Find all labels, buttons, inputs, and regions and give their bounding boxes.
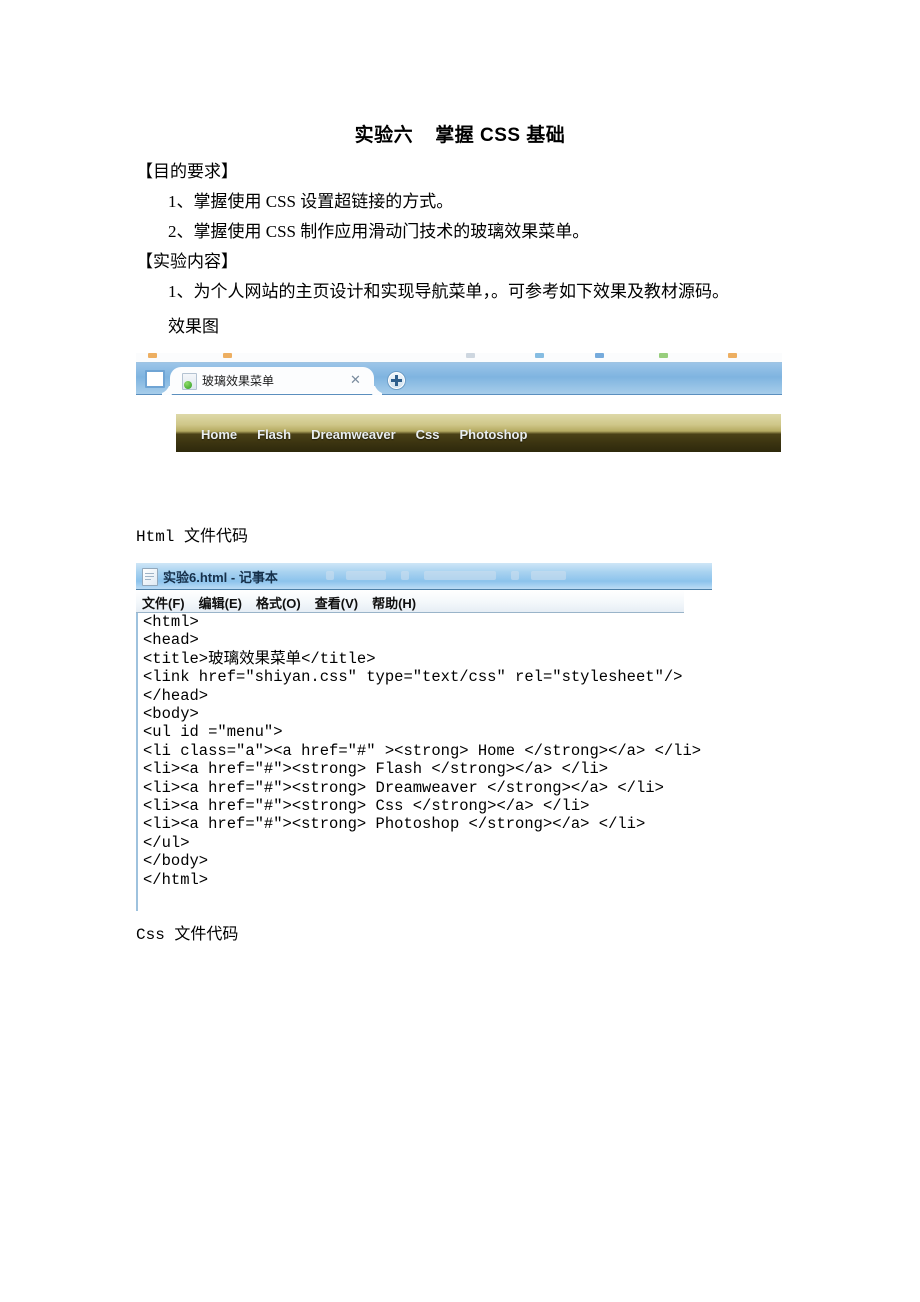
- label-effect-image: 效果图: [168, 317, 219, 336]
- notepad-source-code: <html> <head> <title>玻璃效果菜单</title> <lin…: [143, 613, 702, 889]
- glass-menu-item-home[interactable]: Home: [201, 427, 237, 442]
- browser-screenshot: 玻璃效果菜单 ✕ Home Flash Dreamweaver Css Phot…: [136, 353, 782, 463]
- new-tab-button[interactable]: [387, 371, 406, 390]
- menu-item-help[interactable]: 帮助(H): [372, 593, 416, 612]
- notepad-text-area[interactable]: <html> <head> <title>玻璃效果菜单</title> <lin…: [136, 613, 714, 911]
- titlebar-ghost-5: [531, 571, 566, 580]
- toolbar-blip-1: [223, 353, 232, 358]
- label-css-code: Css 文件代码: [136, 926, 239, 944]
- favicon-icon: [182, 373, 197, 390]
- document-page: 实验六 掌握 CSS 基础 【目的要求】 1、掌握使用 CSS 设置超链接的方式。…: [0, 0, 920, 1302]
- notepad-screenshot: 实验6.html - 记事本 文件(F) 编辑(E) 格式(O) 查看(V) 帮…: [136, 563, 714, 911]
- notepad-menu-items: 文件(F) 编辑(E) 格式(O) 查看(V) 帮助(H): [142, 593, 416, 612]
- glass-menu-item-css[interactable]: Css: [416, 427, 440, 442]
- page-title-main: 实验六: [354, 125, 414, 146]
- glass-menu-item-flash[interactable]: Flash: [257, 427, 291, 442]
- browser-viewport: Home Flash Dreamweaver Css Photoshop: [136, 395, 782, 463]
- notepad-titlebar: 实验6.html - 记事本: [136, 563, 712, 590]
- section-heading-aim: 【目的要求】: [136, 162, 238, 181]
- notepad-title: 实验6.html - 记事本: [163, 570, 278, 585]
- toolbar-blip-0: [148, 353, 157, 358]
- titlebar-ghost-3: [424, 571, 496, 580]
- titlebar-ghost-4: [511, 571, 519, 580]
- glass-menu-item-photoshop[interactable]: Photoshop: [460, 427, 528, 442]
- toolbar-blip-3: [535, 353, 544, 358]
- browser-tab[interactable]: 玻璃效果菜单 ✕: [170, 367, 374, 394]
- close-icon[interactable]: ✕: [349, 373, 362, 386]
- titlebar-ghost-1: [346, 571, 386, 580]
- titlebar-ghost-0: [326, 571, 334, 580]
- menu-item-file[interactable]: 文件(F): [142, 593, 185, 612]
- aim-item-1: 1、掌握使用 CSS 设置超链接的方式。: [168, 192, 454, 211]
- notepad-menubar: 文件(F) 编辑(E) 格式(O) 查看(V) 帮助(H): [136, 590, 684, 613]
- section-heading-content: 【实验内容】: [136, 252, 238, 271]
- notepad-document-icon: [142, 568, 158, 586]
- doc-icon-line-1: [145, 573, 154, 574]
- toolbar-blip-6: [728, 353, 737, 358]
- content-item-1: 1、为个人网站的主页设计和实现导航菜单，。可参考如下效果及教材源码。: [168, 282, 729, 301]
- glass-menu-item-dreamweaver[interactable]: Dreamweaver: [311, 427, 396, 442]
- glass-menu-items: Home Flash Dreamweaver Css Photoshop: [201, 427, 527, 442]
- toolbar-blip-2: [466, 353, 475, 358]
- page-title: 实验六 掌握 CSS 基础: [0, 120, 920, 147]
- doc-icon-line-2: [145, 576, 154, 577]
- titlebar-ghost-2: [401, 571, 409, 580]
- toolbar-blip-5: [659, 353, 668, 358]
- menu-item-edit[interactable]: 编辑(E): [199, 593, 242, 612]
- favicon-dot-icon: [184, 381, 192, 389]
- label-html-code: Html 文件代码: [136, 528, 249, 546]
- glass-effect-menu: Home Flash Dreamweaver Css Photoshop: [176, 414, 781, 452]
- doc-icon-line-3: [145, 579, 151, 580]
- cropped-toolbar-strip: [136, 353, 782, 363]
- toolbar-blip-4: [595, 353, 604, 358]
- browser-tabstrip: 玻璃效果菜单 ✕: [136, 363, 782, 395]
- menu-item-format[interactable]: 格式(O): [256, 593, 301, 612]
- browser-tab-title: 玻璃效果菜单: [202, 374, 275, 388]
- page-title-sub: 掌握 CSS 基础: [435, 125, 566, 146]
- menu-item-view[interactable]: 查看(V): [315, 593, 358, 612]
- aim-item-2: 2、掌握使用 CSS 制作应用滑动门技术的玻璃效果菜单。: [168, 222, 590, 241]
- plus-icon-vertical: [395, 375, 398, 386]
